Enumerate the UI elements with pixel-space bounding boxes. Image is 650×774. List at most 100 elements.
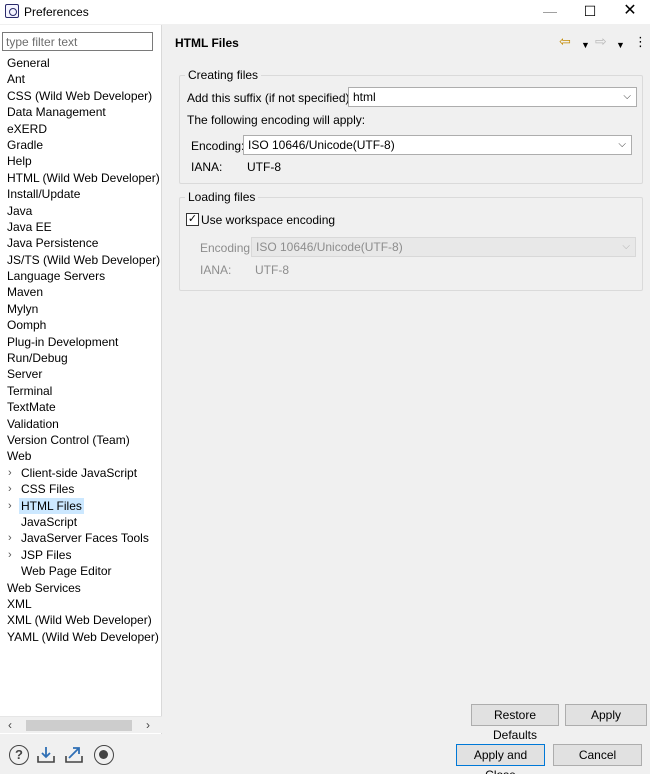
chevron-right-icon[interactable]: › — [8, 465, 12, 481]
tree-item-label: Version Control (Team) — [7, 432, 130, 447]
tree-item[interactable]: Oomph — [0, 317, 162, 333]
tree-item[interactable]: Version Control (Team) — [0, 432, 162, 448]
tree-item-label: Web Page Editor — [21, 564, 112, 579]
restore-defaults-button[interactable]: Restore Defaults — [471, 704, 559, 742]
back-dropdown-icon[interactable]: ▼ — [581, 37, 590, 53]
tree-item[interactable]: Terminal — [0, 383, 162, 399]
scroll-right-icon[interactable]: › — [140, 717, 156, 734]
tree-item[interactable]: eXERD — [0, 121, 162, 137]
import-icon[interactable] — [36, 745, 56, 765]
forward-dropdown-icon[interactable]: ▼ — [616, 37, 625, 53]
tree-item-label: JavaScript — [21, 514, 78, 529]
tree-item[interactable]: XML (Wild Web Developer) — [0, 612, 162, 628]
suffix-label: Add this suffix (if not specified): — [187, 91, 353, 105]
horizontal-scrollbar[interactable]: ‹ › — [0, 716, 162, 733]
chevron-right-icon[interactable]: › — [8, 547, 12, 563]
tree-item[interactable]: Language Servers — [0, 268, 162, 284]
encoding-combo[interactable]: ISO 10646/Unicode(UTF-8) ⌵ — [243, 135, 632, 155]
tree-item[interactable]: Install/Update — [0, 186, 162, 202]
forward-arrow-icon[interactable]: ⇨ — [595, 33, 607, 49]
suffix-combo[interactable]: html ⌵ — [348, 87, 637, 107]
tree-item-label: XML — [7, 596, 32, 611]
chevron-down-icon: ⌵ — [618, 139, 626, 150]
tree-item[interactable]: Ant — [0, 71, 162, 87]
tree-item-label: TextMate — [7, 400, 56, 415]
back-arrow-icon[interactable]: ⇦ — [559, 33, 571, 49]
tree-item[interactable]: Plug-in Development — [0, 334, 162, 350]
minimize-button[interactable]: — — [530, 0, 570, 24]
tree-item[interactable]: XML — [0, 596, 162, 612]
tree-item-child[interactable]: › JavaServer Faces Tools — [0, 530, 162, 546]
cancel-button[interactable]: Cancel — [553, 744, 642, 766]
tree-item-label: Gradle — [7, 137, 44, 152]
tree-item-child[interactable]: Web Page Editor — [0, 563, 162, 579]
encoding-value: ISO 10646/Unicode(UTF-8) — [248, 138, 395, 152]
apply-button[interactable]: Apply — [565, 704, 647, 726]
tree-item-label: Oomph — [7, 318, 47, 333]
tree-item[interactable]: Java — [0, 203, 162, 219]
tree-item-label: Java Persistence — [7, 236, 99, 251]
encoding-label: Encoding: — [191, 139, 245, 153]
export-icon[interactable] — [64, 745, 84, 765]
chevron-right-icon[interactable]: › — [8, 530, 12, 546]
tree-item[interactable]: Help — [0, 153, 162, 169]
tree-item[interactable]: JS/TS (Wild Web Developer) — [0, 252, 162, 268]
tree-item[interactable]: Web Services — [0, 580, 162, 596]
tree-item-html-files-selected[interactable]: › HTML Files — [0, 497, 162, 514]
record-icon[interactable] — [94, 745, 114, 765]
apply-and-close-button[interactable]: Apply and Close — [456, 744, 545, 774]
tree-item-label: Mylyn — [7, 301, 39, 316]
chevron-right-icon[interactable]: › — [8, 481, 12, 497]
tree-item-label: Plug-in Development — [7, 334, 119, 349]
tree-item-label: Web Services — [7, 580, 81, 595]
tree-item[interactable]: Maven — [0, 284, 162, 300]
group-title: Loading files — [185, 190, 259, 204]
tree-item-child[interactable]: › Client-side JavaScript — [0, 465, 162, 481]
tree-item[interactable]: Java EE — [0, 219, 162, 235]
view-menu-icon[interactable]: ⋮ — [634, 34, 647, 50]
use-workspace-encoding-checkbox[interactable]: ✓ — [186, 213, 199, 226]
loading-iana-label: IANA: — [200, 263, 232, 277]
tree-item-web[interactable]: Web — [0, 448, 162, 464]
tree-item-label: Install/Update — [7, 187, 81, 202]
close-button[interactable]: ✕ — [610, 0, 650, 24]
tree-item-label: General — [7, 56, 50, 70]
tree-item[interactable]: Validation — [0, 416, 162, 432]
scroll-left-icon[interactable]: ‹ — [2, 717, 18, 734]
tree-item[interactable]: HTML (Wild Web Developer) — [0, 170, 162, 186]
maximize-button[interactable]: ☐ — [570, 0, 610, 24]
tree-item[interactable]: Gradle — [0, 137, 162, 153]
tree-item[interactable]: YAML (Wild Web Developer) — [0, 629, 162, 645]
tree-item-label: Web — [7, 449, 32, 464]
tree-item-label: Validation — [7, 416, 59, 431]
tree-item-label: JSP Files — [21, 547, 72, 562]
filter-input[interactable] — [2, 32, 153, 51]
tree-item[interactable]: TextMate — [0, 399, 162, 415]
chevron-down-icon: ⌵ — [623, 91, 631, 102]
tree-item-label: Run/Debug — [7, 351, 68, 366]
encoding-note: The following encoding will apply: — [187, 113, 366, 127]
iana-value: UTF-8 — [247, 160, 281, 174]
tree-item[interactable]: Java Persistence — [0, 235, 162, 251]
workspace-encoding-label: Use workspace encoding — [201, 213, 336, 227]
eclipse-app-icon — [5, 4, 19, 18]
suffix-value: html — [353, 90, 376, 104]
help-icon[interactable]: ? — [9, 745, 29, 765]
tree-item[interactable]: Run/Debug — [0, 350, 162, 366]
title-bar: Preferences — ☐ ✕ — [0, 0, 650, 24]
tree-item-label: YAML (Wild Web Developer) — [7, 629, 159, 644]
scrollbar-thumb[interactable] — [26, 720, 132, 731]
preferences-tree-panel: General Ant CSS (Wild Web Developer) Dat… — [0, 25, 162, 734]
tree-item[interactable]: Server — [0, 366, 162, 382]
tree-item[interactable]: CSS (Wild Web Developer) — [0, 88, 162, 104]
tree-item[interactable]: General — [0, 55, 162, 71]
tree-item-child[interactable]: JavaScript — [0, 514, 162, 530]
preferences-tree: General Ant CSS (Wild Web Developer) Dat… — [0, 55, 162, 645]
loading-encoding-label: Encoding: — [200, 241, 254, 255]
tree-item-child[interactable]: › JSP Files — [0, 547, 162, 563]
group-title: Creating files — [185, 68, 262, 82]
tree-item[interactable]: Data Management — [0, 104, 162, 120]
chevron-right-icon[interactable]: › — [8, 498, 12, 514]
tree-item[interactable]: Mylyn — [0, 301, 162, 317]
tree-item-child[interactable]: › CSS Files — [0, 481, 162, 497]
